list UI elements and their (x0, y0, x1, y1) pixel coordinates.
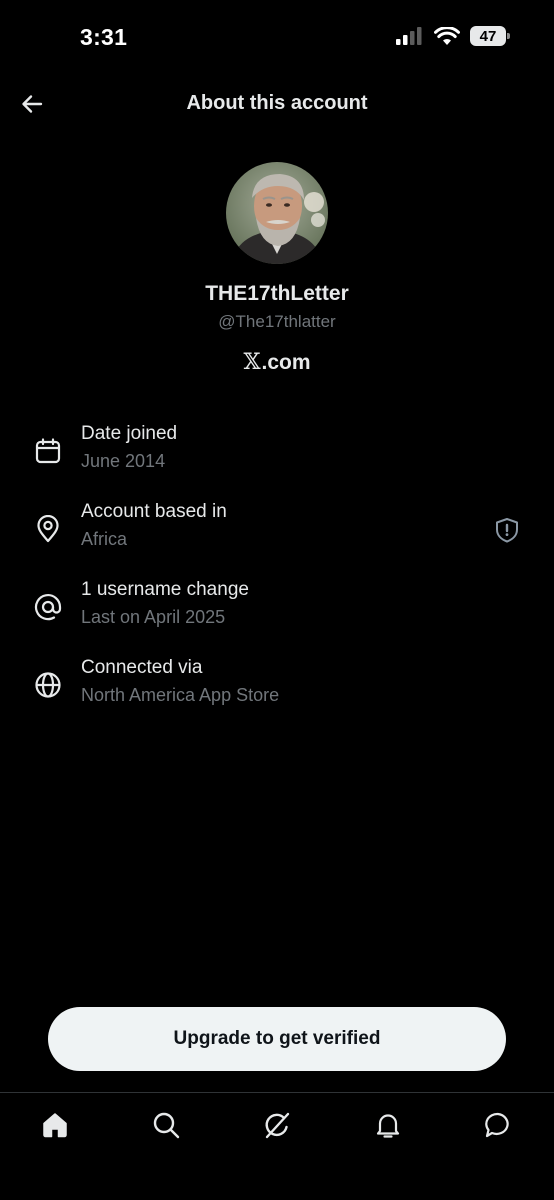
nav-home[interactable] (37, 1107, 73, 1143)
grok-icon (265, 1112, 290, 1139)
cellular-signal-icon (396, 27, 422, 45)
messages-icon (485, 1112, 509, 1138)
info-row-date-joined: Date joined June 2014 (0, 423, 554, 483)
search-icon (153, 1112, 180, 1139)
info-row-username-change: 1 username change Last on April 2025 (0, 579, 554, 639)
avatar[interactable] (226, 162, 328, 264)
location-pin-icon (37, 515, 59, 543)
profile-photo (226, 162, 328, 264)
status-time: 3:31 (80, 24, 128, 50)
notifications-icon (376, 1114, 400, 1138)
platform-domain: .com (261, 351, 311, 374)
info-row-account-location: Account based in Africa (0, 501, 554, 561)
info-value: North America App Store (81, 685, 280, 705)
info-value: June 2014 (81, 451, 166, 471)
nav-grok[interactable] (259, 1107, 295, 1143)
battery-indicator: 47 (470, 26, 510, 46)
globe-icon (35, 672, 61, 698)
info-title: Date joined (81, 423, 178, 444)
info-value: Africa (81, 529, 128, 549)
at-sign-icon (34, 594, 62, 621)
home-icon (43, 1113, 67, 1138)
x-logo: 𝕏 (243, 350, 261, 375)
status-icons: 47 (396, 26, 510, 46)
bottom-nav (0, 1093, 554, 1157)
upgrade-verified-button[interactable]: Upgrade to get verified (48, 1007, 506, 1071)
display-name: THE17thLetter (205, 282, 349, 305)
shield-alert-icon[interactable] (494, 517, 520, 543)
info-title: 1 username change (81, 579, 249, 600)
calendar-icon (35, 438, 61, 464)
page-title: About this account (186, 92, 368, 114)
status-bar: 3:31 47 (0, 0, 554, 74)
nav-notifications[interactable] (370, 1107, 406, 1143)
info-title: Account based in (81, 501, 227, 522)
info-row-connected-via: Connected via North America App Store (0, 657, 554, 717)
wifi-icon (434, 26, 460, 45)
info-title: Connected via (81, 657, 203, 678)
battery-level: 47 (479, 27, 497, 45)
info-value: Last on April 2025 (81, 607, 226, 627)
platform-label: 𝕏.com (0, 350, 554, 375)
nav-search[interactable] (148, 1107, 184, 1143)
header: About this account (0, 78, 554, 134)
username-handle: @The17thlatter (218, 312, 336, 331)
nav-messages[interactable] (480, 1107, 516, 1143)
